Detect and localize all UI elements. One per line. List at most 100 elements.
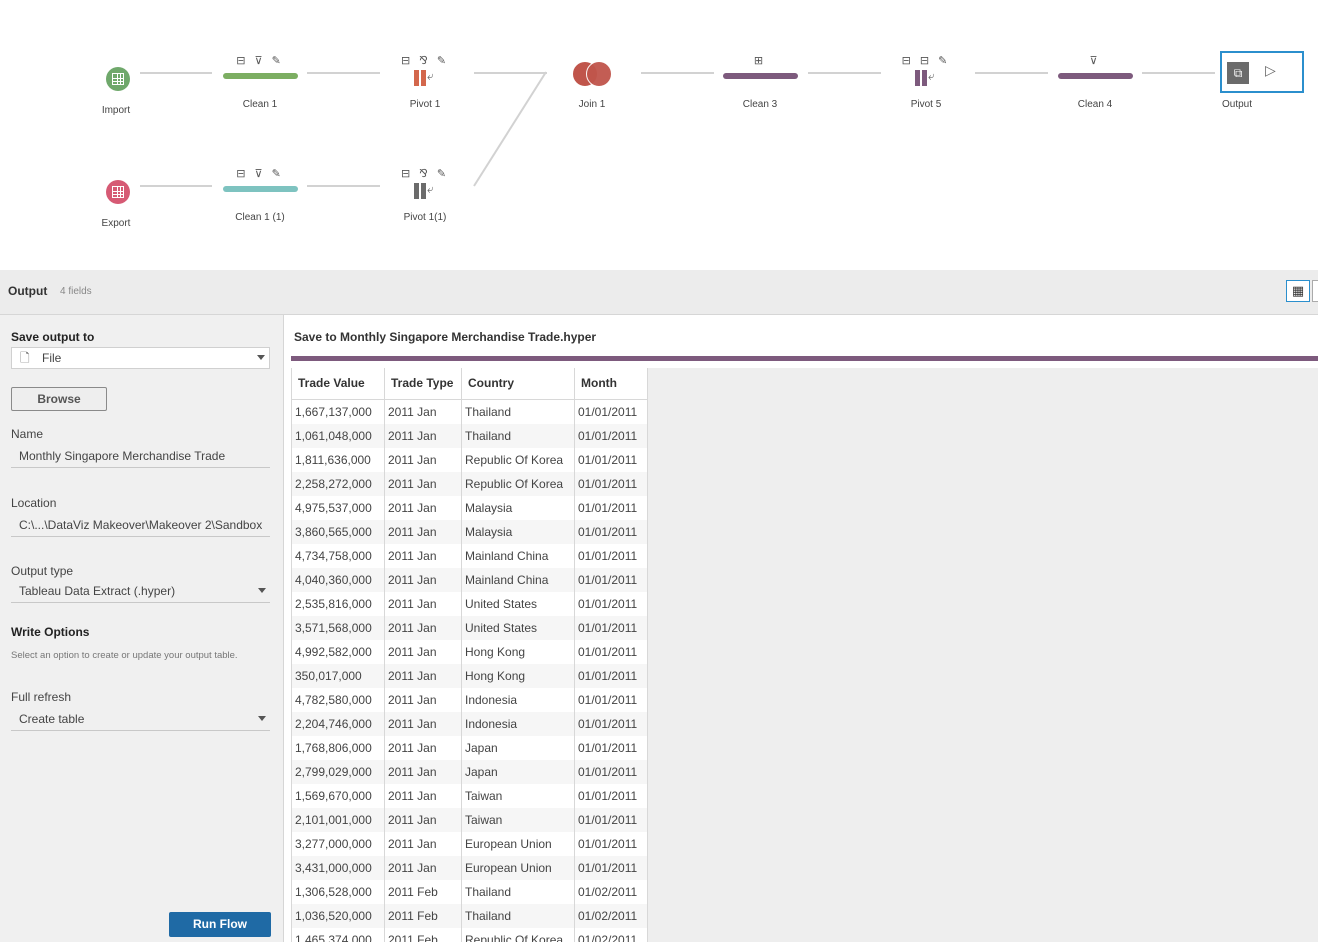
flow-node-pivot-1-copy[interactable]: ⊟ ⅋ ✎ ⤶ Pivot 1(1) <box>370 167 480 227</box>
refresh-value: Create table <box>19 712 85 726</box>
table-cell: 2011 Jan <box>384 615 462 640</box>
table-cell: Hong Kong <box>461 663 575 688</box>
data-grid-container[interactable]: Trade Value Trade Type Country Month 1,6… <box>291 368 1318 942</box>
refresh-select[interactable]: Create table <box>11 709 270 731</box>
table-cell: Indonesia <box>461 711 575 736</box>
table-cell: Taiwan <box>461 807 575 832</box>
chevron-down-icon <box>258 588 266 593</box>
flow-node-pivot-5[interactable]: ⊟ ⊟ ✎ ⤶ Pivot 5 <box>871 54 981 114</box>
flow-node-import[interactable]: Import <box>61 60 171 120</box>
table-cell: 2011 Jan <box>384 495 462 520</box>
table-cell: 2,101,001,000 <box>291 807 385 832</box>
step-actions-icon: ⊟ ⊟ ✎ <box>901 55 951 67</box>
table-cell: 01/01/2011 <box>574 663 648 688</box>
table-cell: Republic Of Korea <box>461 471 575 496</box>
clean-step-bar <box>223 73 298 79</box>
table-cell: 3,431,000,000 <box>291 855 385 880</box>
table-cell: 01/01/2011 <box>574 639 648 664</box>
name-input[interactable]: Monthly Singapore Merchandise Trade <box>11 446 270 468</box>
table-cell: 01/02/2011 <box>574 927 648 942</box>
table-cell: 01/01/2011 <box>574 711 648 736</box>
table-cell: 2011 Jan <box>384 807 462 832</box>
step-actions-icon: ⊟ ⅋ ✎ <box>400 168 450 180</box>
node-label: Output <box>1221 99 1253 110</box>
node-label: Import <box>101 105 131 116</box>
column-header[interactable]: Country <box>461 368 575 400</box>
output-preview-pane: Save to Monthly Singapore Merchandise Tr… <box>285 315 1318 942</box>
column-header[interactable]: Month <box>574 368 648 400</box>
node-label: Export <box>101 218 131 229</box>
node-label: Clean 3 <box>742 99 778 110</box>
table-cell: 2011 Jan <box>384 759 462 784</box>
table-cell: 01/01/2011 <box>574 831 648 856</box>
table-cell: 2,535,816,000 <box>291 591 385 616</box>
save-destination-title: Save to Monthly Singapore Merchandise Tr… <box>294 330 597 344</box>
table-row: 3,571,568,000 2011 Jan United States 01/01/… <box>291 615 648 640</box>
run-output-icon[interactable]: ▷ <box>1265 62 1276 79</box>
table-cell: 01/01/2011 <box>574 471 648 496</box>
table-cell: 01/01/2011 <box>574 399 648 424</box>
location-input[interactable]: C:\...\DataViz Makeover\Makeover 2\Sandb… <box>11 515 270 537</box>
table-cell: 01/01/2011 <box>574 447 648 472</box>
table-cell: 4,040,360,000 <box>291 567 385 592</box>
table-cell: 4,975,537,000 <box>291 495 385 520</box>
data-grid: Trade Value Trade Type Country Month 1,6… <box>291 368 648 942</box>
table-row: 4,040,360,000 2011 Jan Mainland China 01/01… <box>291 567 648 592</box>
table-cell: 1,768,806,000 <box>291 735 385 760</box>
table-cell: 2011 Feb <box>384 927 462 942</box>
table-cell: 2,258,272,000 <box>291 471 385 496</box>
flow-canvas[interactable]: Import ⊟ ⊽ ✎ Clean 1 ⊟ ⅋ ✎ ⤶ Pivot 1 Joi… <box>0 0 1318 270</box>
flow-node-export[interactable]: Export <box>61 173 171 233</box>
field-count: 4 fields <box>60 286 92 297</box>
column-header[interactable]: Trade Value <box>291 368 385 400</box>
clean-step-bar <box>1058 73 1133 79</box>
filter-icon: ⊽ <box>1089 55 1101 67</box>
table-cell: 01/01/2011 <box>574 495 648 520</box>
table-cell: 2011 Jan <box>384 447 462 472</box>
location-label: Location <box>11 496 57 510</box>
table-cell: 2011 Jan <box>384 591 462 616</box>
table-cell: 1,306,528,000 <box>291 879 385 904</box>
flow-node-clean-1-copy[interactable]: ⊟ ⊽ ✎ Clean 1 (1) <box>205 167 315 227</box>
node-label: Join 1 <box>578 99 606 110</box>
table-cell: 01/01/2011 <box>574 759 648 784</box>
table-cell: 01/01/2011 <box>574 807 648 832</box>
name-label: Name <box>11 427 44 441</box>
flow-node-clean-3[interactable]: ⊞ Clean 3 <box>705 54 815 114</box>
node-label: Pivot 1(1) <box>403 212 447 223</box>
save-output-select[interactable]: 🗋 File <box>11 347 270 369</box>
table-cell: 1,465,374,000 <box>291 927 385 942</box>
table-view-icon[interactable]: ▦ <box>1286 280 1310 302</box>
table-cell: European Union <box>461 855 575 880</box>
write-options-description: Select an option to create or update you… <box>11 650 238 661</box>
table-cell: 2011 Jan <box>384 543 462 568</box>
run-flow-button[interactable]: Run Flow <box>169 912 271 937</box>
table-cell: 01/01/2011 <box>574 543 648 568</box>
flow-node-output[interactable]: ⧉ ▷ <box>1220 51 1304 93</box>
list-view-icon[interactable] <box>1312 280 1318 302</box>
table-cell: 2011 Jan <box>384 519 462 544</box>
table-cell: 2011 Jan <box>384 567 462 592</box>
browse-button[interactable]: Browse <box>11 387 107 411</box>
flow-node-pivot-1[interactable]: ⊟ ⅋ ✎ ⤶ Pivot 1 <box>370 54 480 114</box>
table-cell: 2011 Jan <box>384 471 462 496</box>
table-cell: 1,667,137,000 <box>291 399 385 424</box>
table-cell: 3,571,568,000 <box>291 615 385 640</box>
column-header[interactable]: Trade Type <box>384 368 462 400</box>
output-type-select[interactable]: Tableau Data Extract (.hyper) <box>11 581 270 603</box>
node-label: Pivot 5 <box>910 99 942 110</box>
table-cell: 4,992,582,000 <box>291 639 385 664</box>
table-cell: Hong Kong <box>461 639 575 664</box>
table-cell: Republic Of Korea <box>461 447 575 472</box>
table-cell: 01/01/2011 <box>574 591 648 616</box>
flow-node-clean-1[interactable]: ⊟ ⊽ ✎ Clean 1 <box>205 54 315 114</box>
table-cell: Taiwan <box>461 783 575 808</box>
table-cell: Thailand <box>461 423 575 448</box>
flow-node-join-1[interactable]: Join 1 <box>537 54 647 114</box>
chevron-down-icon <box>257 355 265 360</box>
table-row: 1,667,137,000 2011 Jan Thailand 01/01/2011 <box>291 399 648 424</box>
table-row: 3,860,565,000 2011 Jan Malaysia 01/01/2011 <box>291 519 648 544</box>
flow-node-clean-4[interactable]: ⊽ Clean 4 <box>1040 54 1150 114</box>
pivot-icon: ⤶ <box>915 69 941 86</box>
table-cell: 2011 Jan <box>384 663 462 688</box>
